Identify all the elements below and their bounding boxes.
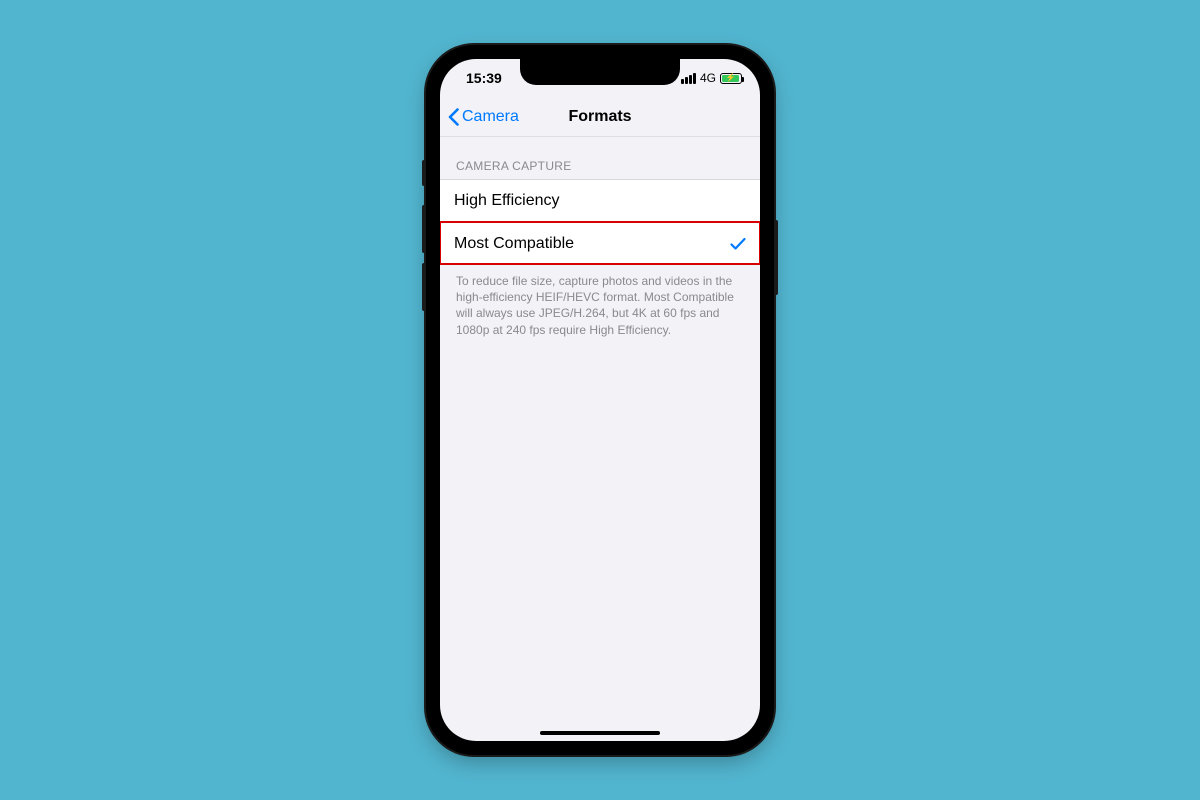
mute-switch <box>422 160 426 186</box>
options-list: High Efficiency Most Compatible <box>440 179 760 265</box>
content: CAMERA CAPTURE High Efficiency Most Comp… <box>440 137 760 338</box>
option-label: Most Compatible <box>454 235 574 253</box>
phone-frame: 15:39 4G ⚡ Camera Formats CAMERA CAP <box>426 45 774 755</box>
chevron-left-icon <box>448 108 460 126</box>
status-time: 15:39 <box>466 70 502 86</box>
battery-icon: ⚡ <box>720 73 742 84</box>
charging-bolt-icon: ⚡ <box>726 74 736 82</box>
volume-up-button <box>422 205 426 253</box>
section-header: CAMERA CAPTURE <box>440 159 760 179</box>
back-label: Camera <box>462 108 519 126</box>
cellular-signal-icon <box>681 73 696 84</box>
option-label: High Efficiency <box>454 192 560 210</box>
option-high-efficiency[interactable]: High Efficiency <box>440 180 760 222</box>
nav-bar: Camera Formats <box>440 97 760 137</box>
checkmark-icon <box>730 237 746 251</box>
option-most-compatible[interactable]: Most Compatible <box>440 222 760 264</box>
power-button <box>774 220 778 295</box>
screen: 15:39 4G ⚡ Camera Formats CAMERA CAP <box>440 59 760 741</box>
status-right: 4G ⚡ <box>681 71 742 85</box>
network-label: 4G <box>700 71 716 85</box>
section-footer: To reduce file size, capture photos and … <box>440 265 760 338</box>
notch <box>520 59 680 85</box>
home-indicator[interactable] <box>540 731 660 735</box>
back-button[interactable]: Camera <box>440 108 519 126</box>
volume-down-button <box>422 263 426 311</box>
